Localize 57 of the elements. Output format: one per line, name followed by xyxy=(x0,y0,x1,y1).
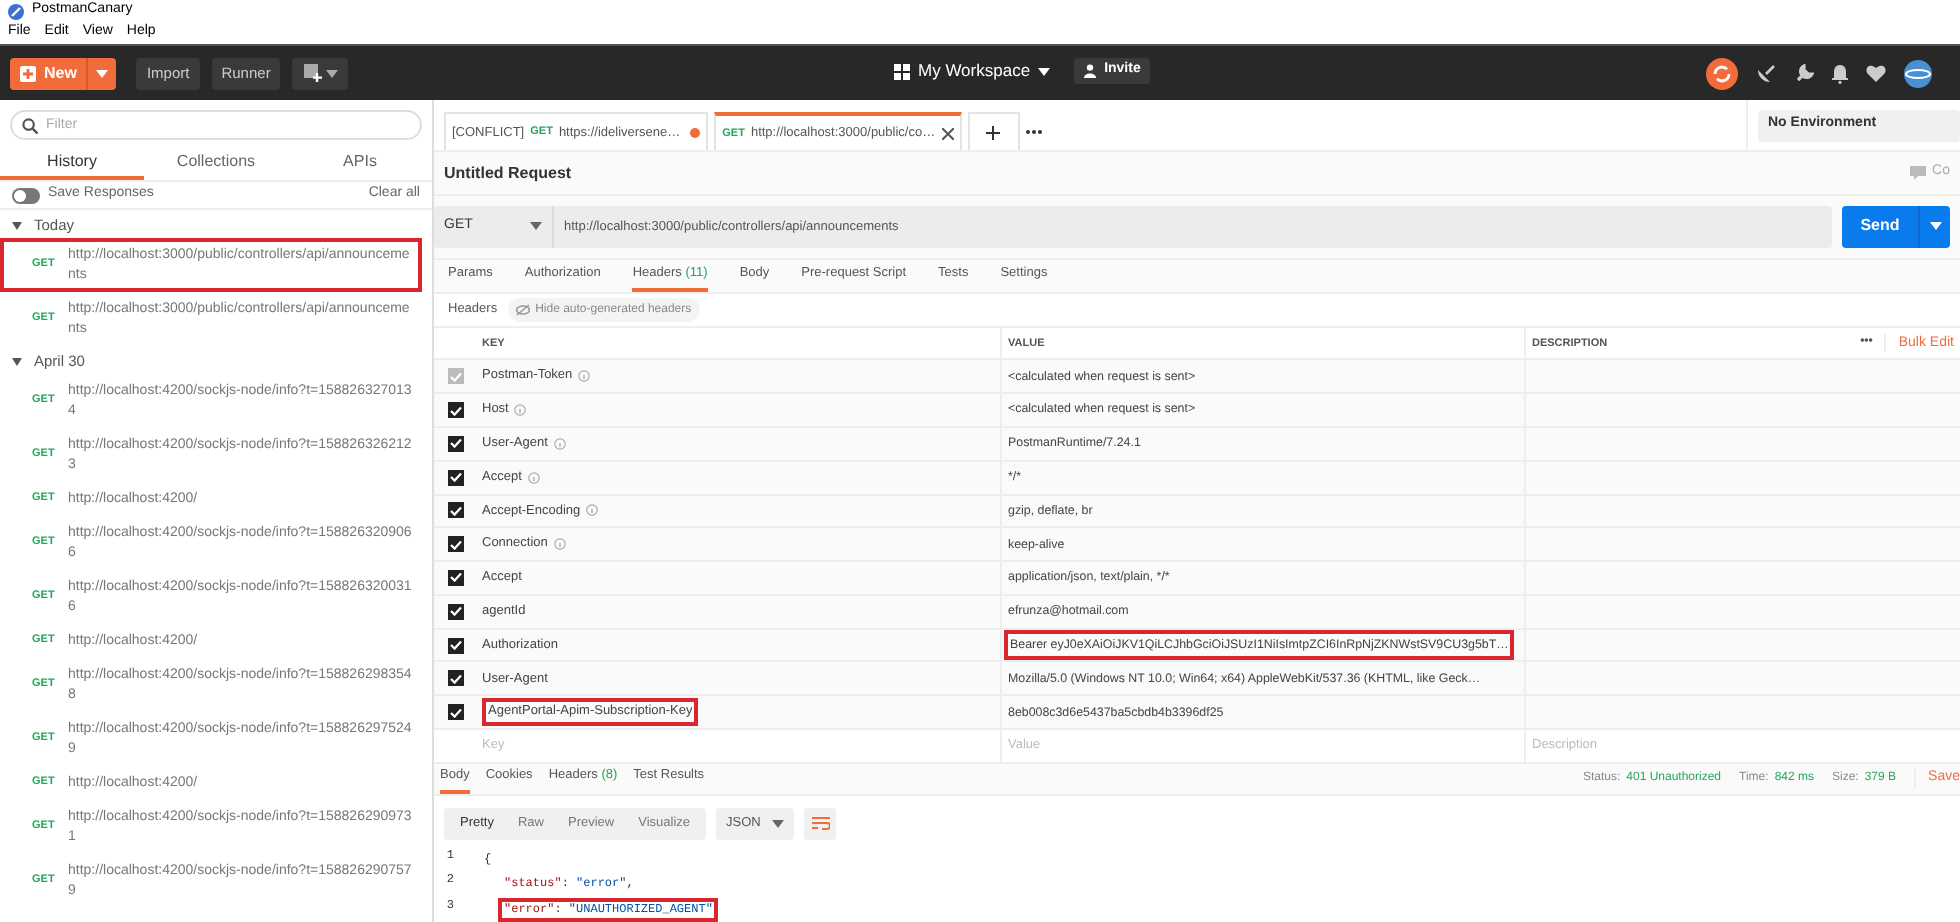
plus-icon xyxy=(20,65,36,81)
caret-icon xyxy=(1038,67,1051,75)
toggle-switch[interactable] xyxy=(12,187,40,203)
eye-off-icon xyxy=(515,304,530,317)
checkbox[interactable] xyxy=(448,603,464,620)
caret-icon xyxy=(325,69,338,77)
check-icon xyxy=(450,371,462,382)
satellite-icon xyxy=(1756,63,1776,83)
wrap-lines-button[interactable] xyxy=(804,807,837,840)
request-title: Untitled Request xyxy=(444,161,572,186)
settings-icon xyxy=(1794,63,1814,83)
check-icon xyxy=(450,640,462,651)
checkbox[interactable] xyxy=(448,569,464,586)
sync-icon xyxy=(1706,57,1738,89)
heart-icon xyxy=(1866,64,1886,82)
check-icon xyxy=(450,438,462,449)
checkbox[interactable] xyxy=(448,402,464,418)
checkbox[interactable] xyxy=(448,435,464,452)
more-icon xyxy=(1025,129,1042,134)
check-icon xyxy=(450,472,462,483)
sidebar-tab[interactable]: History xyxy=(0,146,144,180)
collapse-caret-icon xyxy=(12,357,22,365)
workspace-switcher[interactable]: My Workspace xyxy=(894,58,1051,84)
wrap-icon xyxy=(811,816,830,831)
collapse-caret-icon xyxy=(12,221,22,229)
send-button[interactable]: Send xyxy=(1842,205,1950,248)
checkbox[interactable] xyxy=(448,637,464,654)
check-icon xyxy=(450,405,462,415)
checkbox[interactable] xyxy=(448,670,464,687)
sidebar-tab[interactable]: Collections xyxy=(144,146,288,180)
comment-icon xyxy=(1910,166,1927,181)
caret-icon xyxy=(1929,222,1941,231)
close-icon xyxy=(941,127,954,140)
plus-icon xyxy=(986,125,1001,140)
check-icon xyxy=(450,572,462,583)
caret-icon xyxy=(530,222,542,231)
new-window-button[interactable] xyxy=(292,57,349,89)
window-plus-icon xyxy=(303,64,322,82)
check-icon xyxy=(450,539,462,550)
checkbox[interactable] xyxy=(448,502,464,519)
check-icon xyxy=(450,673,462,684)
checkbox[interactable] xyxy=(448,469,464,486)
checkbox[interactable] xyxy=(448,536,464,553)
app-icon xyxy=(8,3,24,19)
checkbox[interactable] xyxy=(448,704,464,721)
grid-icon xyxy=(894,63,910,79)
sidebar-tab[interactable]: APIs xyxy=(288,146,432,180)
add-tab-button[interactable] xyxy=(967,112,1020,151)
check-icon xyxy=(450,505,462,516)
check-icon xyxy=(450,606,462,617)
avatar-icon xyxy=(1904,59,1932,87)
caret-icon xyxy=(772,819,785,828)
search-icon xyxy=(22,118,38,134)
person-add-icon xyxy=(1084,64,1099,78)
bell-icon xyxy=(1832,63,1848,83)
check-icon xyxy=(450,707,462,718)
caret-icon xyxy=(96,69,109,77)
